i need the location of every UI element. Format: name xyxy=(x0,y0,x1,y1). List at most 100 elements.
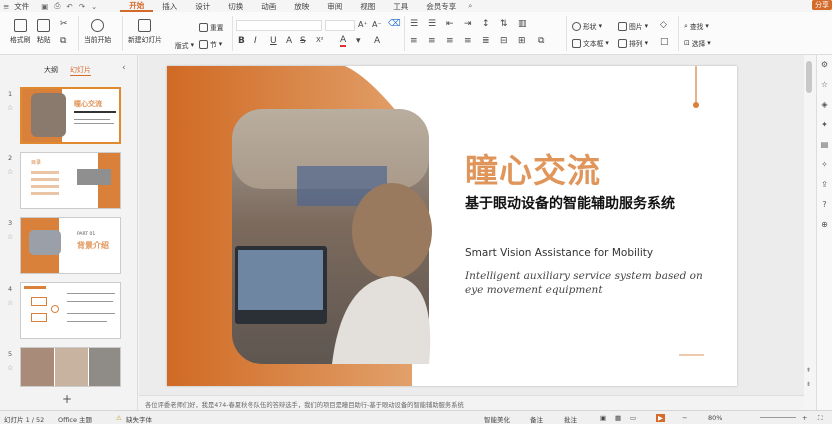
highlight-icon[interactable]: ▾ xyxy=(356,36,361,46)
undo-icon[interactable]: ↶ xyxy=(63,2,75,11)
layout-button[interactable]: 版式 ▾ xyxy=(175,40,194,50)
slide-thumbnail-4[interactable] xyxy=(20,282,121,339)
menu-icon[interactable]: ≡ xyxy=(0,2,12,11)
share-icon[interactable]: ⇪ xyxy=(817,175,832,195)
tab-home[interactable]: 开始 xyxy=(120,1,154,12)
tab-outline[interactable]: 大纲 xyxy=(44,65,58,76)
slide-thumbnail-3[interactable]: PART 01 背景介绍 xyxy=(20,217,121,274)
decrease-indent-icon[interactable]: ⇤ xyxy=(446,19,454,29)
font-size-combo[interactable] xyxy=(325,20,355,31)
reset-button[interactable]: 重置 xyxy=(199,22,224,32)
distribute-icon[interactable]: ≣ xyxy=(482,36,490,46)
zoom-out-icon[interactable]: − xyxy=(682,414,687,422)
tab-slideshow[interactable]: 放映 xyxy=(285,1,318,12)
align-left-icon[interactable]: ≡ xyxy=(410,36,418,46)
char-spacing-icon[interactable]: A xyxy=(374,36,380,46)
add-slide-icon[interactable]: + xyxy=(62,392,72,406)
cut-icon[interactable]: ✂ xyxy=(60,19,68,29)
vertical-scrollbar[interactable]: ⇞ ⇟ xyxy=(804,55,816,410)
save-icon[interactable]: ▣ xyxy=(38,2,51,11)
strikethrough-icon[interactable]: S xyxy=(300,36,306,46)
copy-icon[interactable]: ⧉ xyxy=(60,36,66,46)
redo-icon[interactable]: ↷ xyxy=(76,2,88,11)
align-center-icon[interactable]: ≡ xyxy=(428,36,436,46)
increase-indent-icon[interactable]: ⇥ xyxy=(464,19,472,29)
find-button[interactable]: ⌕ 查找 ▾ xyxy=(684,21,709,32)
notes-button[interactable]: 备注 xyxy=(530,414,543,424)
tab-slides[interactable]: 幻灯片 xyxy=(70,65,91,76)
slide-title[interactable]: 瞳心交流 xyxy=(465,144,601,192)
convert-icon[interactable]: ⧉ xyxy=(538,36,544,46)
bullets-icon[interactable]: ☰ xyxy=(410,19,418,29)
slide-en-desc-line1[interactable]: Intelligent auxiliary service system bas… xyxy=(465,270,703,282)
font-name-combo[interactable] xyxy=(236,20,322,31)
current-slide[interactable]: 瞳心交流 基于眼动设备的智能辅助服务系统 Smart Vision Assist… xyxy=(167,66,737,386)
smartart-icon[interactable]: ⊞ xyxy=(518,36,526,46)
prev-slide-icon[interactable]: ⇞ xyxy=(806,367,811,374)
new-slide-button[interactable]: 新建幻灯片 xyxy=(128,19,162,44)
star-icon[interactable]: ☆ xyxy=(817,75,832,95)
notes-pane[interactable]: 各位评委老师们好，我是474-春夏秋冬队伍的答辩选手，我们的项目是瞳目助行-基于… xyxy=(139,395,804,410)
slide-thumbnail-1[interactable]: 瞳心交流 xyxy=(20,87,121,144)
arrange-button[interactable]: 排列 ▾ xyxy=(618,38,648,48)
section-button[interactable]: 节 ▾ xyxy=(199,39,222,49)
align-right-icon[interactable]: ≡ xyxy=(446,36,454,46)
missing-font[interactable]: 缺失字体 xyxy=(126,414,152,424)
tab-animation[interactable]: 动画 xyxy=(252,1,285,12)
tab-transition[interactable]: 切换 xyxy=(219,1,252,12)
columns-icon[interactable]: ▥ xyxy=(518,19,527,29)
scroll-thumb[interactable] xyxy=(806,61,812,93)
file-menu[interactable]: 文件 xyxy=(12,1,38,12)
animation-icon[interactable]: ✦ xyxy=(817,115,832,135)
settings-icon[interactable]: ⊕ xyxy=(817,215,832,235)
tab-tools[interactable]: 工具 xyxy=(384,1,417,12)
comments-button[interactable]: 批注 xyxy=(564,414,577,424)
print-icon[interactable]: ⎙ xyxy=(51,1,63,11)
star-icon[interactable]: ☆ xyxy=(7,364,13,372)
star-icon[interactable]: ☆ xyxy=(7,299,13,307)
shape-button[interactable]: 形状 ▾ xyxy=(572,21,602,31)
layer-icon[interactable]: ▤ xyxy=(817,135,832,155)
more-icon[interactable]: ⌄ xyxy=(88,2,100,11)
superscript-icon[interactable]: X² xyxy=(316,36,324,44)
fit-window-icon[interactable]: ⛶ xyxy=(818,414,823,423)
design-icon[interactable]: ◈ xyxy=(817,95,832,115)
from-current-button[interactable]: 当前开始 xyxy=(84,19,111,44)
select-button[interactable]: ⊡ 选择 ▾ xyxy=(684,38,711,48)
clear-format-icon[interactable]: ⌫ xyxy=(388,19,401,29)
picture-button[interactable]: 图片 ▾ xyxy=(618,21,648,31)
tab-insert[interactable]: 插入 xyxy=(153,1,186,12)
tab-review[interactable]: 审阅 xyxy=(318,1,351,12)
fill-icon[interactable]: ◇ xyxy=(660,20,667,30)
collapse-panel-icon[interactable]: ‹ xyxy=(122,63,126,73)
format-painter-button[interactable]: 格式刷 xyxy=(10,19,30,44)
underline-icon[interactable]: U xyxy=(270,36,277,46)
textbox-button[interactable]: 文本框 ▾ xyxy=(572,38,609,48)
justify-icon[interactable]: ≡ xyxy=(464,36,472,46)
theme-name[interactable]: Office 主题 xyxy=(58,414,92,424)
smart-beautify-button[interactable]: 智能美化 xyxy=(484,414,510,424)
tab-member[interactable]: 会员专享 xyxy=(417,1,465,12)
slide-thumbnail-5[interactable] xyxy=(20,347,121,387)
font-color-icon[interactable]: A xyxy=(340,36,347,47)
slide-subtitle[interactable]: 基于眼动设备的智能辅助服务系统 xyxy=(465,193,675,213)
star-icon[interactable]: ☆ xyxy=(7,104,13,112)
slideshow-icon[interactable]: ▶ xyxy=(656,414,665,422)
zoom-in-icon[interactable]: + xyxy=(802,414,807,422)
line-spacing-icon[interactable]: ↕ xyxy=(482,19,490,29)
tab-view[interactable]: 视图 xyxy=(351,1,384,12)
outline-icon[interactable]: □ xyxy=(660,37,669,47)
grow-font-icon[interactable]: A⁺ xyxy=(358,20,368,29)
slide-thumbnail-2[interactable]: 目录 xyxy=(20,152,121,209)
tools-icon[interactable]: ✧ xyxy=(817,155,832,175)
search-icon[interactable]: ⌕ xyxy=(465,1,475,11)
zoom-level[interactable]: 80% xyxy=(708,414,722,422)
shadow-icon[interactable]: A xyxy=(286,36,292,46)
slide-sorter-icon[interactable]: ▦ xyxy=(615,414,621,422)
reading-view-icon[interactable]: ▭ xyxy=(630,414,636,422)
tab-design[interactable]: 设计 xyxy=(186,1,219,12)
star-icon[interactable]: ☆ xyxy=(7,233,13,241)
share-button[interactable]: 分享 xyxy=(812,0,832,10)
italic-icon[interactable]: I xyxy=(254,36,257,46)
property-icon[interactable]: ⚙ xyxy=(817,55,832,75)
